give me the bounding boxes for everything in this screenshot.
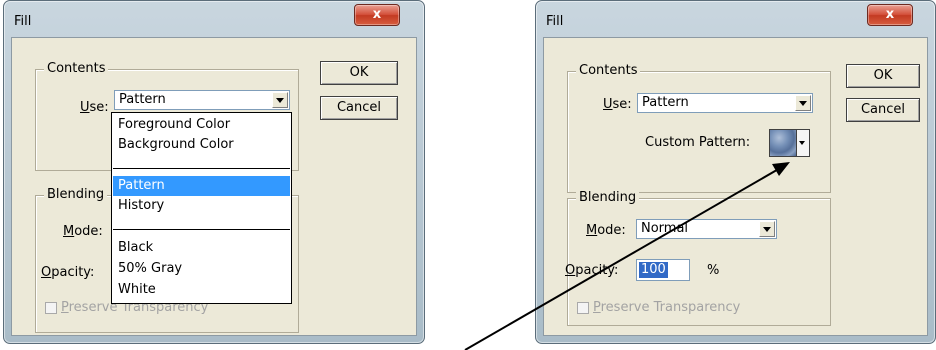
- arrow-icon: [464, 162, 790, 350]
- annotation-arrow: [464, 162, 790, 350]
